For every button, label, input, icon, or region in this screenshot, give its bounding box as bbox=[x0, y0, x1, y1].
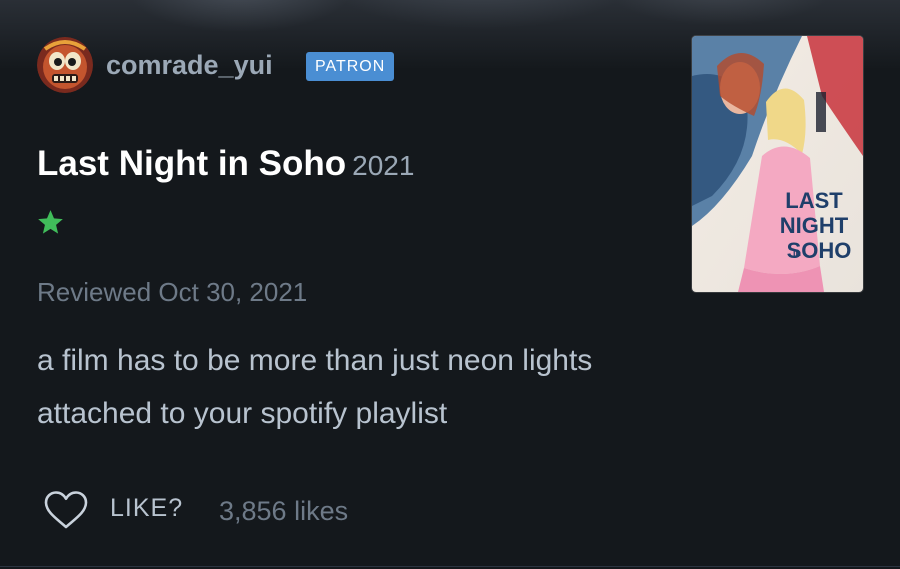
heart-icon[interactable] bbox=[43, 490, 89, 530]
review-line: a film has to be more than just neon lig… bbox=[37, 344, 593, 377]
star-icon bbox=[38, 210, 63, 234]
reviewed-date[interactable]: Reviewed Oct 30, 2021 bbox=[37, 277, 307, 308]
patron-badge: PATRON bbox=[306, 52, 395, 81]
username[interactable]: comrade_yui bbox=[106, 50, 273, 81]
poster-title-line: NIGHT bbox=[780, 213, 849, 238]
film-poster[interactable]: LAST NIGHT in SOHO bbox=[692, 36, 863, 292]
like-button[interactable]: LIKE? bbox=[110, 494, 183, 523]
avatar[interactable] bbox=[37, 37, 93, 93]
film-heading: Last Night in Soho 2021 bbox=[37, 144, 414, 184]
review-line: attached to your spotify playlist bbox=[37, 397, 448, 430]
film-year[interactable]: 2021 bbox=[352, 150, 414, 181]
divider bbox=[0, 566, 900, 567]
review-card: comrade_yui PATRON Last Night in Soho 202… bbox=[0, 0, 900, 569]
poster-title-line: SOHO bbox=[787, 238, 852, 263]
review-body: a film has to be more than just neon lig… bbox=[37, 334, 757, 440]
poster-title-line: LAST bbox=[785, 188, 843, 213]
film-title[interactable]: Last Night in Soho bbox=[37, 144, 346, 183]
avatar-image bbox=[37, 37, 93, 93]
poster-artwork: LAST NIGHT in SOHO bbox=[692, 36, 863, 292]
like-count[interactable]: 3,856 likes bbox=[219, 496, 348, 527]
